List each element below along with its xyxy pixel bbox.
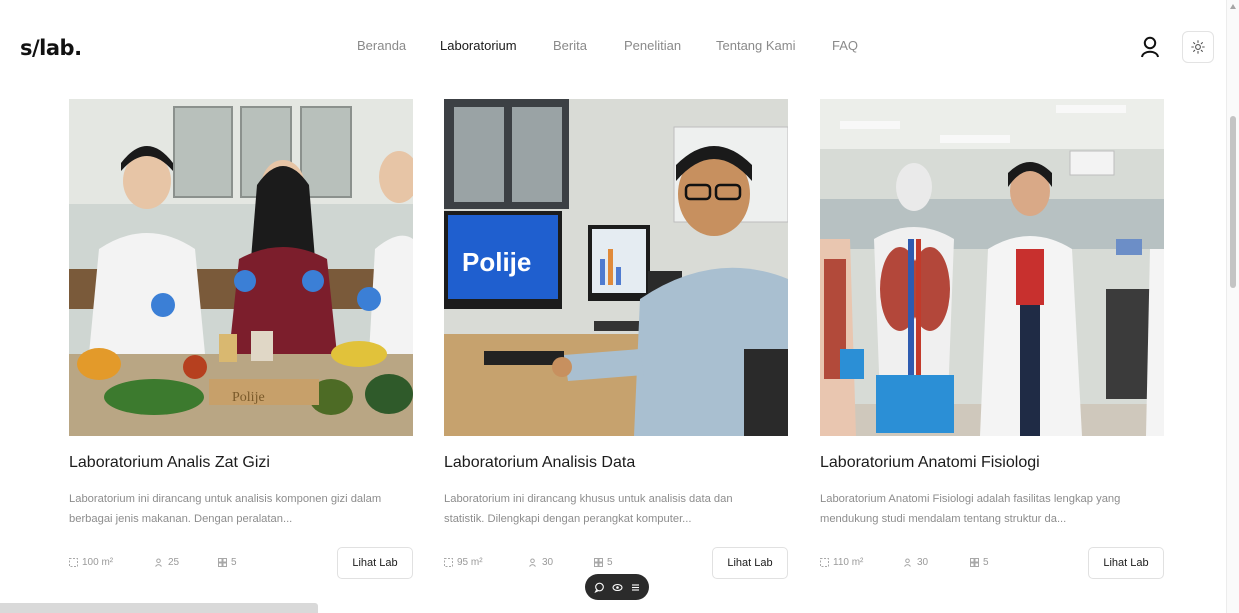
area-icon [444, 558, 453, 567]
view-lab-button[interactable]: Lihat Lab [1088, 547, 1164, 579]
nav-item-faq[interactable]: FAQ [832, 38, 858, 53]
stat-area-value: 110 m² [833, 557, 864, 568]
theme-toggle-button[interactable] [1182, 31, 1214, 63]
lab-photo[interactable]: Polije [69, 99, 413, 436]
cutting-board-label: Polije [232, 390, 265, 405]
scroll-up-arrow-icon[interactable] [1230, 4, 1236, 9]
user-button[interactable] [1133, 31, 1167, 63]
users-icon [529, 558, 536, 567]
stat-area-value: 100 m² [82, 557, 114, 568]
view-lab-button[interactable]: Lihat Lab [712, 547, 788, 579]
lab-photo[interactable] [820, 99, 1164, 436]
area-icon [820, 558, 829, 567]
nav-item-berita[interactable]: Berita [553, 38, 587, 53]
stat-equipment: 5 [970, 557, 989, 568]
card-description: Laboratorium ini dirancang khusus untuk … [444, 493, 733, 525]
user-icon [1141, 36, 1159, 58]
sun-icon [1191, 40, 1205, 54]
comment-icon[interactable] [593, 581, 605, 593]
lab-card-analisis-data: Polije Laboratorium Analisis Data Labora… [444, 99, 788, 599]
stat-equipment-value: 5 [983, 557, 989, 568]
equipment-icon [594, 558, 603, 567]
lab-photo[interactable]: Polije [444, 99, 788, 436]
lab-card-anatomi-fisiologi: Laboratorium Anatomi Fisiologi Laborator… [820, 99, 1164, 599]
nav-item-tentang-kami[interactable]: Tentang Kami [716, 38, 796, 53]
stat-capacity-value: 30 [917, 557, 929, 568]
card-description: Laboratorium Anatomi Fisiologi adalah fa… [820, 493, 1121, 525]
stat-area: 110 m² [820, 557, 863, 568]
main-nav: Beranda Laboratorium Berita Penelitian T… [0, 38, 1226, 58]
view-lab-button[interactable]: Lihat Lab [337, 547, 413, 579]
browser-status-bar [0, 603, 318, 613]
equipment-icon [218, 558, 227, 567]
stat-capacity-value: 25 [168, 557, 180, 568]
stat-capacity-value: 30 [542, 557, 554, 568]
stat-equipment-value: 5 [607, 557, 613, 568]
scrollbar-thumb[interactable] [1230, 116, 1236, 288]
floating-toolbar [585, 574, 649, 600]
nav-item-penelitian[interactable]: Penelitian [624, 38, 681, 53]
stat-capacity: 25 [155, 557, 179, 568]
stat-equipment: 5 [594, 557, 613, 568]
stat-area: 95 m² [444, 557, 483, 568]
users-icon [904, 558, 911, 567]
nav-item-beranda[interactable]: Beranda [357, 38, 406, 53]
monitor-label: Polije [462, 247, 531, 277]
stat-equipment: 5 [218, 557, 237, 568]
lab-card-zat-gizi: Polije Laboratorium Analis Zat Gizi Labo… [69, 99, 413, 599]
nav-item-laboratorium[interactable]: Laboratorium [440, 38, 517, 53]
area-icon [69, 558, 78, 567]
card-title[interactable]: Laboratorium Anatomi Fisiologi [820, 454, 1040, 472]
stat-capacity: 30 [904, 557, 928, 568]
stat-capacity: 30 [529, 557, 553, 568]
card-description: Laboratorium ini dirancang untuk analisi… [69, 493, 382, 525]
site-header: s/lab. Beranda Laboratorium Berita Penel… [0, 0, 1226, 92]
stat-area: 100 m² [69, 557, 113, 568]
card-title[interactable]: Laboratorium Analisis Data [444, 454, 635, 472]
page-scrollbar[interactable] [1226, 0, 1239, 613]
stat-equipment-value: 5 [231, 557, 237, 568]
equipment-icon [970, 558, 979, 567]
card-title[interactable]: Laboratorium Analis Zat Gizi [69, 454, 270, 472]
eye-icon[interactable] [611, 581, 623, 593]
users-icon [155, 558, 162, 567]
menu-icon[interactable] [629, 581, 641, 593]
stat-area-value: 95 m² [457, 557, 483, 568]
